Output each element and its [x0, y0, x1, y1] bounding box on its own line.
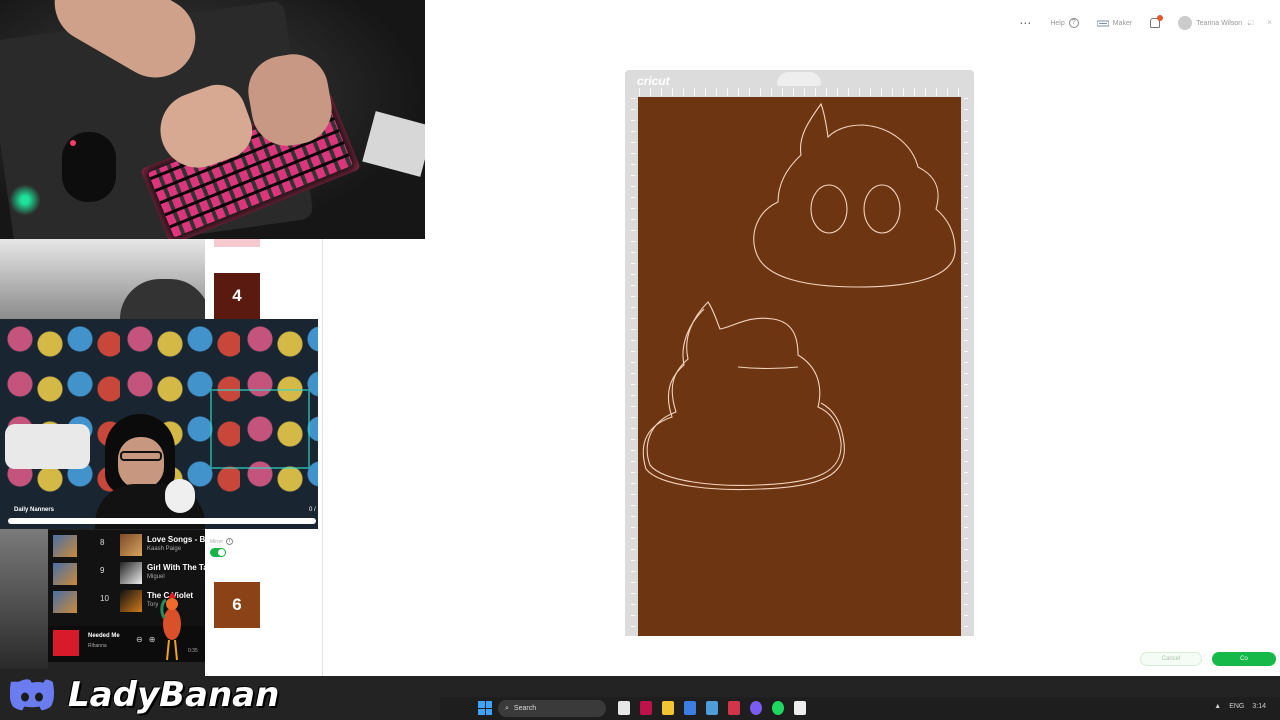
help-label: Help [1050, 19, 1065, 27]
rgb-light [0, 170, 50, 230]
windows-taskbar: ⌕ Search ▲ ENG 3:14 [440, 697, 1280, 720]
system-tray: ▲ ENG 3:14 [1214, 703, 1266, 710]
clock[interactable]: 3:14 [1252, 703, 1266, 710]
album-cover [120, 534, 142, 556]
search-icon: ⌕ [505, 704, 509, 712]
help-icon: ? [1068, 18, 1079, 28]
notifications-button[interactable] [1150, 15, 1164, 28]
side-cover [53, 535, 77, 557]
album-cover [120, 562, 142, 584]
mat-tab [777, 72, 821, 86]
app-flame-icon[interactable] [728, 701, 740, 715]
track-artist: Kaash Paige [147, 546, 182, 552]
mat-ruler-left [631, 98, 635, 628]
goal-value: 0 / [309, 507, 316, 513]
plus-icon[interactable]: ⊕ [149, 635, 156, 644]
taskbar-search[interactable]: ⌕ Search [498, 700, 606, 717]
continue-button[interactable]: Co [1212, 652, 1276, 666]
now-playing-artist: Rihanna [88, 643, 107, 649]
mat-number: 6 [232, 595, 242, 614]
goal-progress-bar [8, 518, 316, 524]
more-menu-icon[interactable]: ⋯ [1019, 16, 1032, 30]
overhead-webcam [0, 0, 425, 239]
track-number: 10 [100, 594, 109, 603]
maker-menu[interactable]: Maker [1096, 19, 1133, 28]
cricut-machine [5, 424, 90, 469]
goal-label: Daily Nanners [14, 507, 55, 513]
taskbar-apps [618, 701, 806, 715]
shelf-lights [210, 389, 310, 469]
mat-thumbnail-pink[interactable] [214, 238, 260, 247]
mat-material[interactable] [638, 97, 961, 636]
rooster-sticker [160, 592, 181, 661]
cricut-logo: cricut [637, 74, 670, 88]
now-playing-time: 0:35 [188, 648, 198, 654]
cut-design-canvas [642, 102, 956, 491]
now-playing-cover [53, 630, 79, 656]
playback-controls: ⊖ ⊕ [136, 635, 155, 644]
side-cover [53, 563, 77, 585]
mat-thumbnail-6[interactable]: 6 [214, 582, 260, 628]
discord-icon [10, 679, 54, 711]
side-cover [53, 591, 77, 613]
mat-ruler-top [639, 88, 960, 96]
face-webcam: Daily Nanners 0 / [0, 319, 318, 529]
machine-icon [1096, 20, 1109, 26]
list-item[interactable]: 8 Love Songs - Bo Kaash Paige [48, 532, 205, 559]
track-number: 9 [100, 566, 105, 575]
app-red-icon[interactable] [640, 701, 652, 715]
app-blue-icon[interactable] [684, 701, 696, 715]
search-label: Search [513, 705, 537, 712]
discord-taskbar-icon[interactable] [750, 701, 762, 715]
app-steam-icon[interactable] [706, 701, 718, 715]
album-cover [120, 590, 142, 612]
task-view-icon[interactable] [618, 701, 630, 715]
channel-name: LadyBanan [68, 675, 280, 715]
mirror-setting: Mirror i [210, 538, 234, 545]
footer-actions: Cancel Co [1140, 652, 1276, 666]
track-number: 8 [100, 538, 105, 547]
list-item[interactable]: 9 Girl With The Ta Miguel [48, 560, 205, 587]
skull-plush [165, 479, 195, 513]
cricut-taskbar-icon[interactable] [794, 701, 806, 715]
side-webcam [0, 239, 205, 319]
mouse-led [70, 140, 76, 146]
mat-thumbnail-4[interactable]: 4 [214, 273, 260, 319]
mirror-toggle[interactable] [210, 548, 226, 557]
cancel-button[interactable]: Cancel [1140, 652, 1202, 666]
track-title: Love Songs - Bo [147, 535, 205, 544]
spotify-icon[interactable] [772, 701, 784, 715]
machine-shadow [120, 279, 205, 319]
info-icon[interactable]: i [226, 538, 234, 545]
track-title: Girl With The Ta [147, 563, 205, 572]
screen: ⋯ Help ? Maker Tearina Wilson ⌄ – □ × cr… [0, 0, 1280, 720]
streamer-face [118, 437, 164, 489]
mirror-label: Mirror [210, 538, 224, 545]
maker-label: Maker [1112, 19, 1133, 27]
poop-emoji-design-1[interactable] [753, 102, 956, 288]
bell-icon [1150, 15, 1164, 28]
envelope [362, 111, 425, 177]
minimize-button[interactable]: – [1230, 18, 1234, 27]
background-image-strip [0, 529, 48, 669]
avatar [1178, 16, 1193, 30]
mat-number: 4 [232, 286, 242, 305]
now-playing-title: Needed Me [88, 633, 120, 639]
glasses [120, 451, 162, 461]
windows-start-icon[interactable] [478, 701, 492, 715]
close-button[interactable]: × [1267, 18, 1272, 27]
window-controls: – □ × [1230, 18, 1272, 27]
cutting-mat: cricut [625, 70, 974, 636]
mat-ruler-right [964, 98, 968, 628]
help-menu[interactable]: Help ? [1050, 18, 1079, 28]
poop-emoji-design-2[interactable] [642, 301, 845, 491]
tray-language[interactable]: ENG [1229, 703, 1244, 710]
chevron-up-icon[interactable]: ▲ [1214, 703, 1221, 710]
track-artist: Miguel [147, 574, 165, 580]
notification-badge [1157, 15, 1164, 21]
minus-icon[interactable]: ⊖ [136, 635, 143, 644]
maximize-button[interactable]: □ [1248, 18, 1253, 27]
file-explorer-icon[interactable] [662, 701, 674, 715]
track-artist: Tory [147, 602, 159, 608]
